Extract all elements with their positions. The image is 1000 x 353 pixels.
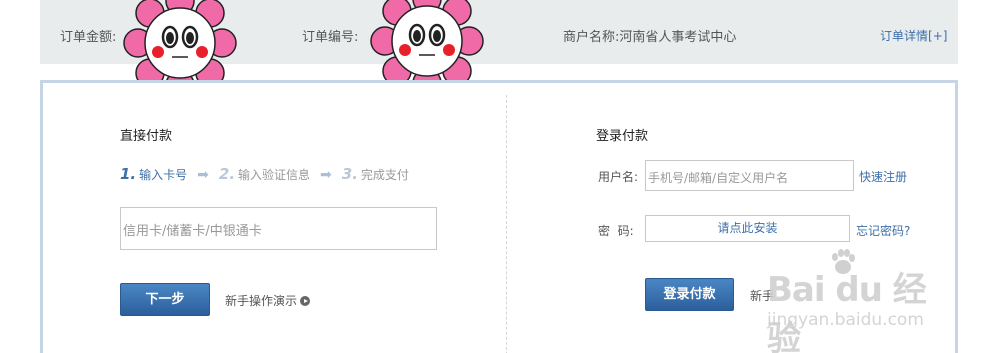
- step-2: 2. 输入验证信息: [218, 165, 311, 183]
- forgot-password-link[interactable]: 忘记密码?: [856, 222, 910, 239]
- panel-divider: [506, 95, 507, 353]
- watermark-sub-text: jingyan.baidu.com: [767, 310, 924, 330]
- password-label: 密 码:: [598, 224, 634, 238]
- quick-register-link[interactable]: 快速注册: [859, 168, 907, 185]
- username-label: 用户名:: [598, 170, 639, 184]
- step-arrow-icon: ➡: [197, 167, 209, 183]
- login-pay-title: 登录付款: [596, 129, 649, 144]
- step-3: 3. 完成支付: [341, 165, 409, 183]
- guide-demo-link[interactable]: 新手操作演示: [225, 292, 311, 309]
- next-step-button[interactable]: 下一步: [120, 283, 210, 316]
- login-pay-button[interactable]: 登录付款: [645, 278, 734, 311]
- order-number-label: 订单编号:: [302, 30, 359, 45]
- card-number-input[interactable]: 信用卡/储蓄卡/中银通卡: [120, 207, 437, 250]
- watermark-main-text: Bai du 经验: [767, 270, 927, 353]
- order-amount-label: 订单金额:: [60, 30, 117, 45]
- play-icon: [300, 296, 311, 306]
- step-indicator: 1. 输入卡号 ➡ 2. 输入验证信息 ➡ 3. 完成支付: [120, 165, 409, 183]
- baidu-watermark: Bai du 经验 jingyan.baidu.com: [755, 240, 955, 353]
- merchant-name: 商户名称:河南省人事考试中心: [563, 30, 737, 45]
- step-arrow-icon: ➡: [320, 167, 332, 183]
- username-input[interactable]: 手机号/邮箱/自定义用户名: [645, 160, 854, 191]
- password-install-field[interactable]: 请点此安装: [645, 215, 850, 242]
- step-1: 1. 输入卡号: [120, 165, 188, 183]
- direct-pay-title: 直接付款: [120, 129, 173, 144]
- order-detail-link[interactable]: 订单详情[+]: [880, 27, 947, 44]
